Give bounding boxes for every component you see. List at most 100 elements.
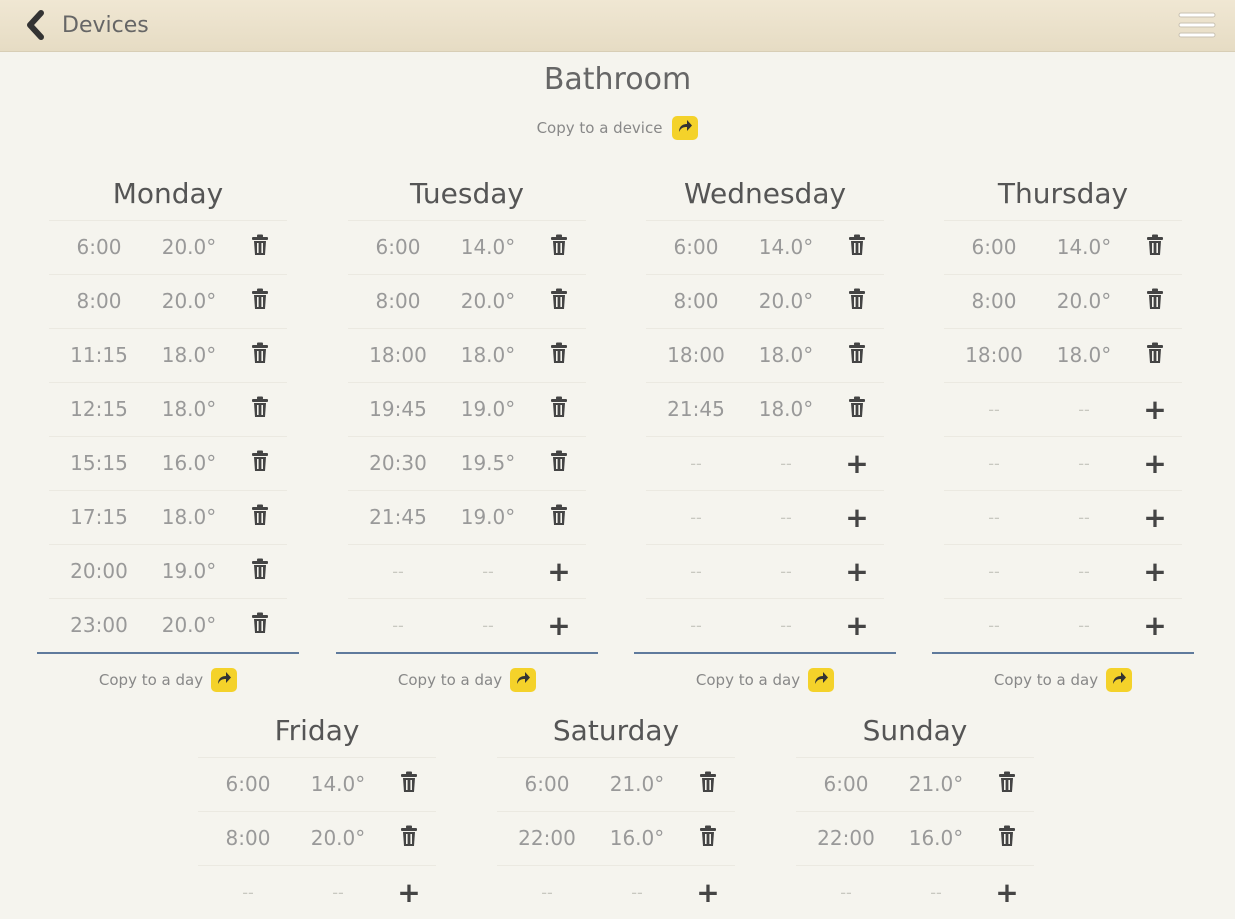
add-slot-button[interactable]: +	[844, 504, 870, 532]
slot-temperature[interactable]: 16.0°	[896, 812, 976, 865]
slot-temperature[interactable]: 18.0°	[746, 329, 826, 382]
copy-to-day-button[interactable]	[1106, 668, 1133, 692]
add-slot-button[interactable]: +	[1142, 396, 1168, 424]
slot-time[interactable]: 8:00	[954, 275, 1034, 328]
slot-temperature[interactable]: --	[448, 545, 528, 598]
slot-time[interactable]: 6:00	[208, 758, 288, 811]
delete-slot-button[interactable]	[247, 504, 273, 531]
slot-time[interactable]: 23:00	[59, 599, 139, 652]
slot-time[interactable]: --	[358, 545, 438, 598]
slot-time[interactable]: --	[656, 545, 736, 598]
slot-time[interactable]: --	[656, 437, 736, 490]
slot-time[interactable]: 18:00	[358, 329, 438, 382]
slot-temperature[interactable]: --	[896, 866, 976, 919]
slot-time[interactable]: 8:00	[208, 812, 288, 865]
slot-time[interactable]: 12:15	[59, 383, 139, 436]
slot-time[interactable]: 22:00	[806, 812, 886, 865]
slot-temperature[interactable]: 19.0°	[448, 491, 528, 544]
slot-temperature[interactable]: 18.0°	[149, 383, 229, 436]
delete-slot-button[interactable]	[844, 234, 870, 261]
slot-temperature[interactable]: --	[746, 599, 826, 652]
slot-time[interactable]: 8:00	[59, 275, 139, 328]
slot-time[interactable]: --	[954, 491, 1034, 544]
delete-slot-button[interactable]	[247, 342, 273, 369]
slot-time[interactable]: 22:00	[507, 812, 587, 865]
delete-slot-button[interactable]	[247, 396, 273, 423]
add-slot-button[interactable]: +	[844, 612, 870, 640]
add-slot-button[interactable]: +	[1142, 612, 1168, 640]
delete-slot-button[interactable]	[994, 825, 1020, 852]
slot-temperature[interactable]: --	[1044, 599, 1124, 652]
back-button[interactable]: Devices	[24, 8, 149, 42]
delete-slot-button[interactable]	[546, 504, 572, 531]
slot-temperature[interactable]: --	[1044, 437, 1124, 490]
slot-temperature[interactable]: 20.0°	[746, 275, 826, 328]
menu-button[interactable]	[1177, 10, 1217, 42]
slot-temperature[interactable]: --	[597, 866, 677, 919]
slot-temperature[interactable]: --	[1044, 491, 1124, 544]
slot-temperature[interactable]: --	[1044, 545, 1124, 598]
slot-temperature[interactable]: 18.0°	[149, 491, 229, 544]
slot-temperature[interactable]: --	[448, 599, 528, 652]
slot-time[interactable]: 21:45	[358, 491, 438, 544]
slot-temperature[interactable]: 20.0°	[149, 275, 229, 328]
slot-time[interactable]: --	[954, 545, 1034, 598]
delete-slot-button[interactable]	[546, 450, 572, 477]
delete-slot-button[interactable]	[844, 396, 870, 423]
slot-temperature[interactable]: 18.0°	[1044, 329, 1124, 382]
add-slot-button[interactable]: +	[546, 612, 572, 640]
delete-slot-button[interactable]	[247, 558, 273, 585]
slot-time[interactable]: 18:00	[954, 329, 1034, 382]
delete-slot-button[interactable]	[546, 396, 572, 423]
slot-time[interactable]: 6:00	[358, 221, 438, 274]
delete-slot-button[interactable]	[546, 288, 572, 315]
slot-time[interactable]: --	[954, 437, 1034, 490]
slot-time[interactable]: 20:00	[59, 545, 139, 598]
slot-temperature[interactable]: 19.5°	[448, 437, 528, 490]
delete-slot-button[interactable]	[1142, 342, 1168, 369]
delete-slot-button[interactable]	[844, 342, 870, 369]
delete-slot-button[interactable]	[247, 288, 273, 315]
slot-temperature[interactable]: 18.0°	[746, 383, 826, 436]
delete-slot-button[interactable]	[247, 612, 273, 639]
slot-temperature[interactable]: 16.0°	[597, 812, 677, 865]
slot-time[interactable]: 21:45	[656, 383, 736, 436]
slot-time[interactable]: 19:45	[358, 383, 438, 436]
slot-time[interactable]: 6:00	[507, 758, 587, 811]
slot-time[interactable]: --	[806, 866, 886, 919]
slot-temperature[interactable]: 14.0°	[448, 221, 528, 274]
add-slot-button[interactable]: +	[994, 879, 1020, 907]
slot-time[interactable]: 8:00	[358, 275, 438, 328]
delete-slot-button[interactable]	[247, 450, 273, 477]
slot-time[interactable]: 6:00	[59, 221, 139, 274]
delete-slot-button[interactable]	[844, 288, 870, 315]
slot-temperature[interactable]: 21.0°	[896, 758, 976, 811]
slot-temperature[interactable]: 14.0°	[1044, 221, 1124, 274]
slot-time[interactable]: 15:15	[59, 437, 139, 490]
slot-temperature[interactable]: 20.0°	[1044, 275, 1124, 328]
slot-temperature[interactable]: 19.0°	[149, 545, 229, 598]
slot-time[interactable]: --	[954, 599, 1034, 652]
delete-slot-button[interactable]	[695, 825, 721, 852]
slot-time[interactable]: --	[208, 866, 288, 919]
slot-time[interactable]: 18:00	[656, 329, 736, 382]
add-slot-button[interactable]: +	[844, 450, 870, 478]
delete-slot-button[interactable]	[695, 771, 721, 798]
add-slot-button[interactable]: +	[396, 879, 422, 907]
slot-time[interactable]: 11:15	[59, 329, 139, 382]
add-slot-button[interactable]: +	[695, 879, 721, 907]
slot-temperature[interactable]: 20.0°	[149, 221, 229, 274]
slot-temperature[interactable]: --	[746, 545, 826, 598]
add-slot-button[interactable]: +	[1142, 558, 1168, 586]
slot-temperature[interactable]: 20.0°	[149, 599, 229, 652]
delete-slot-button[interactable]	[546, 234, 572, 261]
slot-time[interactable]: 17:15	[59, 491, 139, 544]
add-slot-button[interactable]: +	[546, 558, 572, 586]
slot-time[interactable]: --	[954, 383, 1034, 436]
add-slot-button[interactable]: +	[1142, 450, 1168, 478]
delete-slot-button[interactable]	[396, 825, 422, 852]
add-slot-button[interactable]: +	[1142, 504, 1168, 532]
slot-time[interactable]: 20:30	[358, 437, 438, 490]
copy-to-day-button[interactable]	[808, 668, 835, 692]
slot-time[interactable]: --	[656, 599, 736, 652]
